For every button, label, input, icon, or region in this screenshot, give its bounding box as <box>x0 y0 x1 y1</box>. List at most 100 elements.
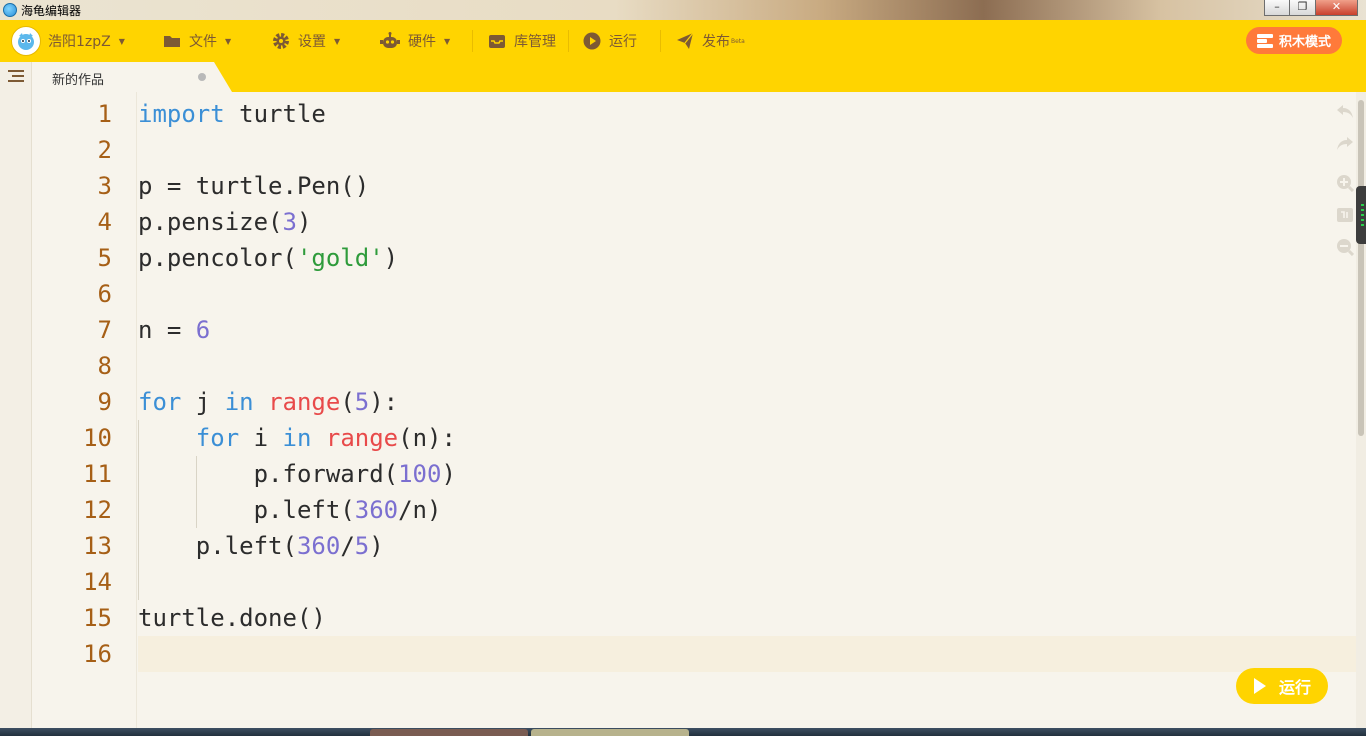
code-line[interactable]: n = 6 <box>138 312 210 348</box>
scrollbar-thumb[interactable] <box>1358 100 1364 436</box>
line-number: 7 <box>97 316 112 344</box>
library-manager-button[interactable]: 库管理 <box>488 20 556 62</box>
redo-icon[interactable] <box>1336 134 1354 152</box>
library-manager-label: 库管理 <box>514 34 556 50</box>
code-line[interactable]: import turtle <box>138 96 326 132</box>
toolbar-run-button[interactable]: 运行 <box>583 20 637 62</box>
toolbar-divider <box>660 30 661 52</box>
code-token: 6 <box>195 316 211 344</box>
taskbar-button[interactable] <box>370 729 528 736</box>
zoom-in-icon[interactable] <box>1336 174 1354 192</box>
block-mode-label: 积木模式 <box>1278 35 1331 50</box>
indent-guide <box>138 420 139 600</box>
settings-menu[interactable]: 设置 ▼ <box>272 20 340 62</box>
code-token: /n) <box>398 496 442 524</box>
code-line[interactable]: for i in range(n): <box>138 420 456 456</box>
side-panel <box>0 62 32 736</box>
folder-icon <box>164 36 180 47</box>
line-number: 10 <box>83 424 112 452</box>
chevron-down-icon: ▼ <box>118 36 125 46</box>
turtle-avatar-icon <box>18 33 34 50</box>
code-token: p = turtle.Pen() <box>138 172 370 200</box>
line-number: 9 <box>97 388 112 416</box>
hamburger-menu-icon[interactable] <box>8 68 24 84</box>
settings-menu-label: 设置 <box>298 34 326 50</box>
active-line-highlight <box>138 636 1366 672</box>
play-icon <box>583 32 601 50</box>
code-token: 100 <box>398 460 442 488</box>
code-token: ( <box>340 388 355 416</box>
line-number: 11 <box>83 460 112 488</box>
code-token: p.pencolor( <box>138 244 297 272</box>
file-menu[interactable]: 文件 ▼ <box>163 20 231 62</box>
code-token: in <box>282 424 312 452</box>
chevron-down-icon: ▼ <box>225 36 232 46</box>
minimap-toggle-handle[interactable] <box>1356 186 1366 244</box>
beta-badge: Beta <box>731 37 745 45</box>
taskbar-button[interactable] <box>531 729 689 736</box>
play-icon <box>1253 678 1266 694</box>
reset-zoom-icon[interactable] <box>1336 206 1354 224</box>
app-logo-icon <box>3 3 17 17</box>
code-token: in <box>224 388 254 416</box>
code-token: / <box>340 532 355 560</box>
publish-button[interactable]: 发布 Beta <box>676 20 745 62</box>
window-title-bar[interactable]: 海龟编辑器 – ❐ ✕ <box>0 0 1366 20</box>
robot-icon <box>380 32 400 48</box>
toolbar-divider <box>568 30 569 52</box>
code-token: for <box>138 388 182 416</box>
unsaved-dot-icon[interactable] <box>198 73 206 81</box>
code-token: turtle <box>224 100 326 128</box>
code-token: p.left( <box>138 496 355 524</box>
run-button-label: 运行 <box>1278 678 1311 697</box>
line-number: 14 <box>83 568 112 596</box>
block-mode-button[interactable]: 积木模式 <box>1246 27 1342 54</box>
gear-icon <box>273 33 289 49</box>
minimize-button[interactable]: – <box>1264 0 1290 16</box>
code-token: 'gold' <box>296 244 384 272</box>
run-button[interactable]: 运行 <box>1236 668 1328 704</box>
code-token: ) <box>383 244 399 272</box>
code-token: 5 <box>354 532 370 560</box>
line-number: 6 <box>97 280 112 308</box>
code-token: 360 <box>354 496 399 524</box>
undo-icon[interactable] <box>1336 102 1354 120</box>
maximize-button[interactable]: ❐ <box>1290 0 1316 16</box>
tab-label: 新的作品 <box>52 73 105 88</box>
chevron-down-icon: ▼ <box>444 36 451 46</box>
code-token: ) <box>441 460 456 488</box>
code-token: ) <box>296 208 312 236</box>
hardware-menu[interactable]: 硬件 ▼ <box>380 20 450 62</box>
line-number: 16 <box>83 640 112 668</box>
tab-new-work[interactable]: 新的作品 <box>32 62 232 92</box>
code-token: for <box>195 424 240 452</box>
toolbar-divider <box>472 30 473 52</box>
zoom-out-icon[interactable] <box>1336 238 1354 256</box>
code-token: j <box>181 388 225 416</box>
code-token: p.left( <box>138 532 297 560</box>
code-line[interactable]: p.pencolor('gold') <box>138 240 398 276</box>
code-line[interactable]: p.left(360/n) <box>138 492 442 528</box>
line-number: 4 <box>97 208 112 236</box>
code-line[interactable]: for j in range(5): <box>138 384 398 420</box>
code-line[interactable]: p.pensize(3) <box>138 204 311 240</box>
code-token: ): <box>369 388 399 416</box>
line-number: 1 <box>97 100 112 128</box>
code-line[interactable]: p = turtle.Pen() <box>138 168 369 204</box>
code-line[interactable]: turtle.done() <box>138 600 326 636</box>
toolbar-run-label: 运行 <box>609 34 637 50</box>
code-line[interactable]: p.forward(100) <box>138 456 456 492</box>
close-button[interactable]: ✕ <box>1316 0 1358 16</box>
paper-plane-icon <box>677 32 694 49</box>
code-token: range <box>325 424 399 452</box>
line-number: 3 <box>97 172 112 200</box>
code-token: 360 <box>296 532 341 560</box>
code-token: n = <box>138 316 196 344</box>
code-line[interactable]: p.left(360/5) <box>138 528 384 564</box>
indent-guide <box>196 456 197 528</box>
blocks-icon <box>1256 33 1273 48</box>
code-token: import <box>138 100 225 128</box>
user-menu[interactable]: 浩阳1zpZ ▼ <box>12 20 125 62</box>
